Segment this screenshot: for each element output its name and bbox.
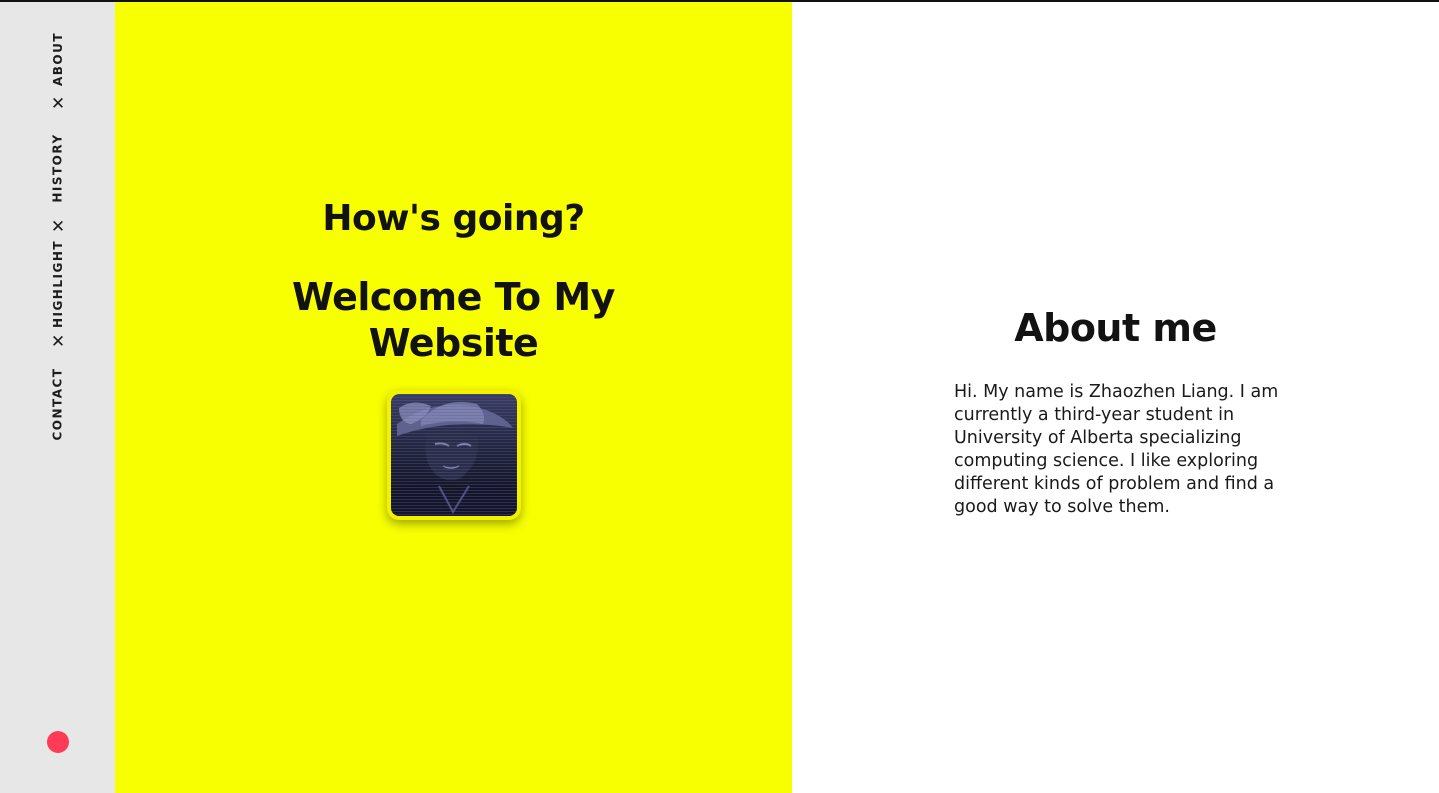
nav-item-about[interactable]: ABOUT bbox=[48, 32, 68, 86]
nav-item-highlight-label: HIGHLIGHT bbox=[51, 239, 65, 329]
about-text: Hi. My name is Zhaozhen Liang. I am curr… bbox=[954, 382, 1279, 517]
status-dot[interactable] bbox=[47, 731, 69, 753]
sidebar: ABOUT ✕ HISTORY ✕ HIGHLIGHT ✕ CONTACT bbox=[0, 2, 115, 793]
separator-icon: ✕ bbox=[50, 332, 66, 352]
separator-icon: ✕ bbox=[50, 217, 66, 237]
hero-welcome-title: Welcome To My Website bbox=[292, 275, 615, 365]
nav-item-history-label: HISTORY bbox=[51, 133, 65, 203]
nav-item-highlight[interactable]: HIGHLIGHT bbox=[48, 240, 68, 328]
nav-item-history[interactable]: HISTORY bbox=[48, 132, 68, 204]
avatar-photo-icon bbox=[391, 394, 517, 516]
nav-item-contact[interactable]: CONTACT bbox=[48, 367, 68, 441]
about-title: About me bbox=[1014, 306, 1217, 350]
separator-icon: ✕ bbox=[50, 94, 66, 114]
avatar bbox=[387, 390, 521, 520]
nav-item-about-label: ABOUT bbox=[51, 31, 66, 87]
hero-greeting: How's going? bbox=[322, 198, 585, 239]
hero-panel: How's going? Welcome To My Website bbox=[115, 2, 792, 793]
nav-item-contact-label: CONTACT bbox=[51, 367, 65, 441]
sidebar-nav: ABOUT ✕ HISTORY ✕ HIGHLIGHT ✕ CONTACT bbox=[48, 32, 68, 442]
